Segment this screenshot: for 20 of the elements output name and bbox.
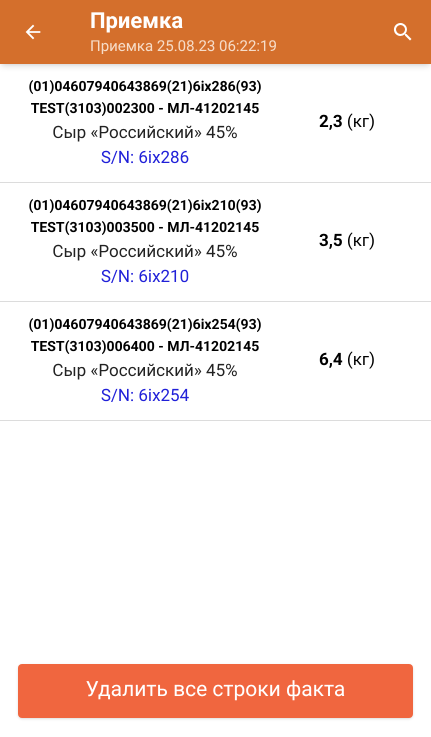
serial-number: S/N: 6ix286: [100, 147, 190, 170]
product-name: Сыр «Российский» 45%: [52, 360, 238, 383]
screen-title: Приемка: [90, 8, 184, 36]
code-text: (01)04607940643869(21)6ix210(93): [28, 197, 262, 216]
product-name: Сыр «Российский» 45%: [52, 122, 238, 145]
code-text: TEST(3103)006400 - МЛ-41202145: [30, 338, 260, 357]
serial-number: S/N: 6ix254: [100, 385, 190, 408]
quantity-text: 2,3 (кг): [319, 111, 375, 134]
code-text: TEST(3103)002300 - МЛ-41202145: [30, 100, 260, 119]
code-text: TEST(3103)003500 - МЛ-41202145: [30, 219, 260, 238]
screen-subtitle: Приемка 25.08.23 06:22:19: [90, 36, 278, 56]
quantity-text: 3,5 (кг): [319, 230, 375, 254]
list-item[interactable]: (01)04607940643869(21)6ix286(93) TEST(3103)002300 - МЛ-41202145 Сыр «Российский» 45% S/N: 6ix286 2,3 (кг): [0, 64, 431, 183]
product-name: Сыр «Российский» 45%: [52, 241, 238, 264]
code-text: (01)04607940643869(21)6ix254(93): [28, 316, 262, 335]
serial-number: S/N: 6ix210: [100, 266, 190, 289]
list-item[interactable]: (01)04607940643869(21)6ix254(93) TEST(3103)006400 - МЛ-41202145 Сыр «Российский» 45% S/N: 6ix254 6,4 (кг): [0, 302, 431, 421]
list-item[interactable]: (01)04607940643869(21)6ix210(93) TEST(3103)003500 - МЛ-41202145 Сыр «Российский» 45% S/N: 6ix210 3,5 (кг): [0, 183, 431, 302]
quantity-text: 6,4 (кг): [319, 349, 375, 372]
code-text: (01)04607940643869(21)6ix286(93): [28, 78, 262, 97]
